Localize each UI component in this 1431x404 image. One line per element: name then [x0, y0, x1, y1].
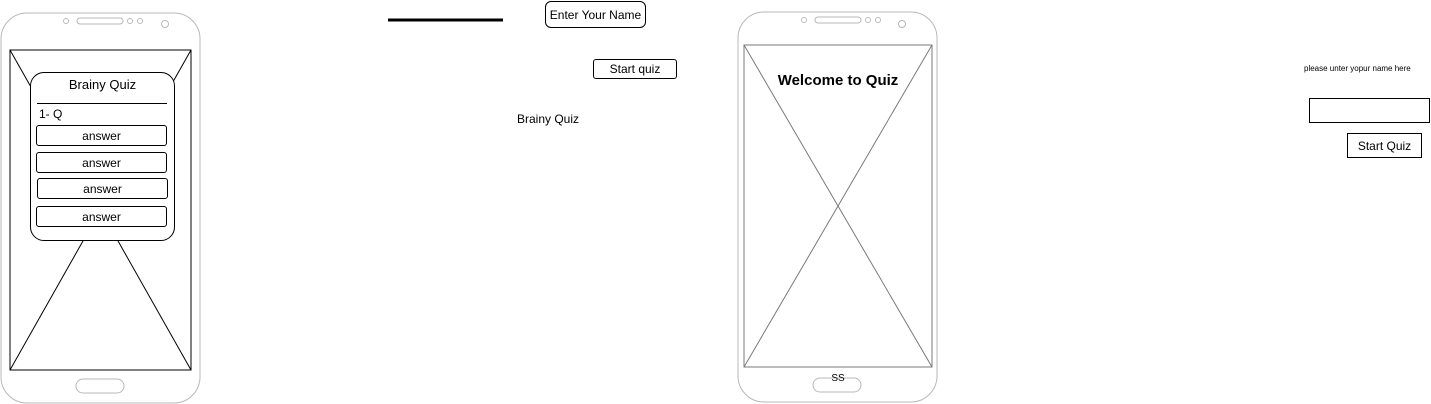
- footer-label: SS: [831, 373, 845, 384]
- welcome-heading: Welcome to Quiz: [777, 72, 899, 89]
- phone-screen-center: [743, 44, 933, 368]
- answer-button-1[interactable]: answer: [36, 125, 167, 146]
- enter-name-button[interactable]: Enter Your Name: [545, 1, 646, 28]
- brand-label: Brainy Quiz: [517, 112, 580, 126]
- start-quiz-submit[interactable]: Start Quiz: [1347, 133, 1422, 158]
- answer-button-3[interactable]: answer: [37, 178, 168, 199]
- name-input[interactable]: [1309, 98, 1430, 123]
- question-label: 1- Q: [39, 107, 63, 121]
- start-quiz-button[interactable]: Start quiz: [593, 59, 677, 79]
- wireframe-canvas: [0, 11, 938, 404]
- answer-button-4[interactable]: answer: [36, 206, 167, 227]
- quiz-card-title: Brainy Quiz: [68, 77, 137, 92]
- answer-button-2[interactable]: answer: [36, 152, 167, 173]
- name-hint: please unter yopur name here: [1304, 64, 1411, 73]
- title-divider: [37, 103, 167, 104]
